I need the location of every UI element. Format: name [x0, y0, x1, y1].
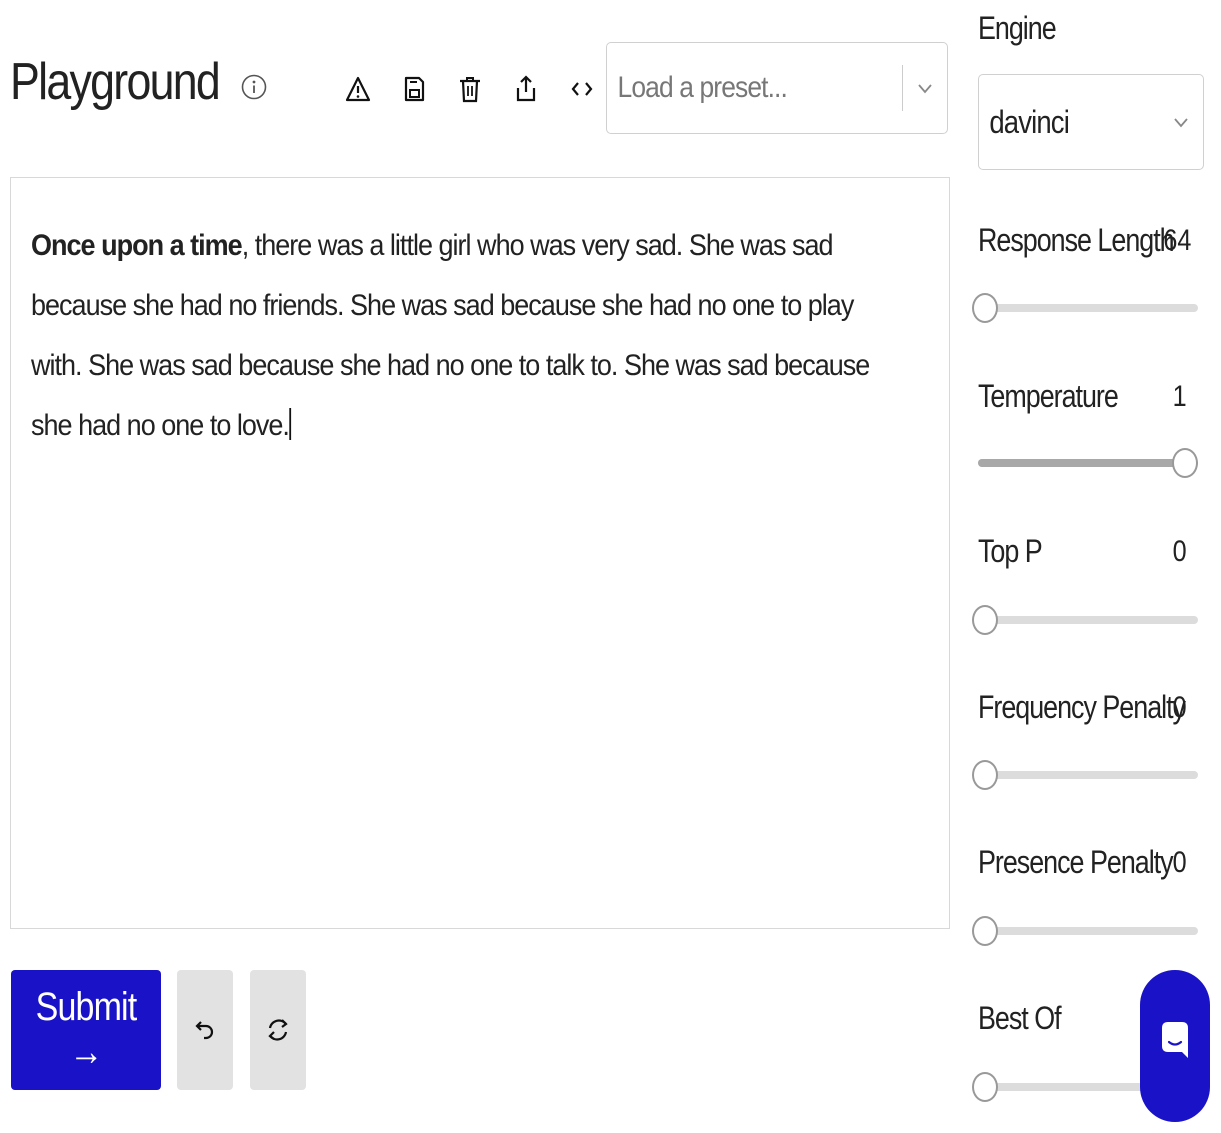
slider-fill: [978, 459, 1198, 467]
engine-label: Engine: [978, 10, 1057, 46]
chat-launcher-button[interactable]: [1140, 970, 1210, 1122]
param-value-temperature: 1: [1172, 380, 1187, 413]
toolbar: [330, 66, 610, 112]
param-value-frequency-penalty: 0: [1172, 691, 1187, 724]
param-label-temperature: Temperature: [978, 378, 1119, 414]
param-label-response-length: Response Length: [978, 222, 1175, 258]
slider-thumb[interactable]: [1172, 448, 1198, 478]
warning-icon: [345, 76, 371, 102]
prompt-editor[interactable]: Once upon a time, there was a little gir…: [10, 177, 950, 929]
chat-icon: [1162, 1022, 1188, 1058]
param-value-response-length: 64: [1162, 224, 1191, 257]
slider-thumb[interactable]: [972, 1072, 998, 1102]
param-value-presence-penalty: 0: [1172, 846, 1187, 879]
text-caret: [288, 408, 291, 440]
preset-placeholder: Load a preset...: [617, 71, 788, 104]
submit-label: Submit →: [35, 985, 138, 1074]
slider-thumb[interactable]: [972, 293, 998, 323]
delete-button[interactable]: [442, 66, 498, 112]
slider-track: [978, 771, 1198, 779]
slider-track: [978, 927, 1198, 935]
undo-icon: [195, 1021, 214, 1040]
page-header: Playground: [10, 52, 267, 112]
slider-track: [978, 616, 1198, 624]
save-icon: [404, 76, 425, 102]
view-code-button[interactable]: [554, 66, 610, 112]
prompt-text[interactable]: Once upon a time, there was a little gir…: [31, 216, 895, 456]
preset-select[interactable]: Load a preset...: [606, 42, 948, 134]
info-icon[interactable]: [241, 74, 267, 100]
param-label-best-of: Best Of: [978, 1000, 1062, 1036]
slider-track: [978, 304, 1198, 312]
page-title: Playground: [10, 53, 221, 111]
regenerate-button[interactable]: [250, 970, 306, 1090]
code-icon: [571, 82, 593, 96]
share-button[interactable]: [498, 66, 554, 112]
prompt-bold-text: Once upon a time: [31, 229, 243, 262]
undo-button[interactable]: [177, 970, 233, 1090]
response-length-slider[interactable]: [972, 293, 1198, 323]
param-value-top-p: 0: [1172, 535, 1187, 568]
param-label-top-p: Top P: [978, 533, 1043, 569]
presence-penalty-slider[interactable]: [972, 916, 1198, 946]
submit-button[interactable]: Submit →: [11, 970, 161, 1090]
param-label-presence-penalty: Presence Penalty: [978, 844, 1174, 880]
slider-thumb[interactable]: [972, 760, 998, 790]
temperature-slider[interactable]: [978, 448, 1198, 478]
engine-value: davinci: [989, 103, 1070, 140]
top-p-slider[interactable]: [972, 605, 1198, 635]
param-label-frequency-penalty: Frequency Penalty: [978, 689, 1186, 725]
trash-icon: [460, 77, 480, 103]
slider-thumb[interactable]: [972, 605, 998, 635]
slider-thumb[interactable]: [972, 916, 998, 946]
chevron-down-icon[interactable]: [903, 82, 947, 94]
chevron-down-icon[interactable]: [1159, 116, 1203, 128]
save-button[interactable]: [386, 66, 442, 112]
warning-button[interactable]: [330, 66, 386, 112]
engine-select[interactable]: davinci: [978, 74, 1204, 170]
refresh-icon: [268, 1019, 288, 1041]
share-icon: [516, 75, 536, 102]
frequency-penalty-slider[interactable]: [972, 760, 1198, 790]
